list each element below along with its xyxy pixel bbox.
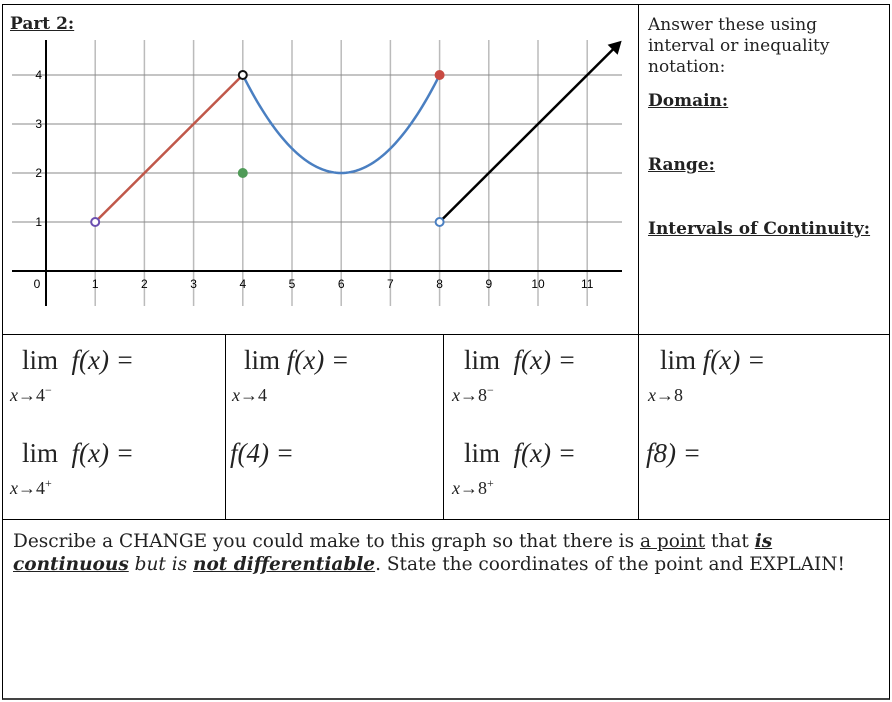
x-tick-label: 3 [190, 277, 197, 291]
limit-subscript-c1r2: x→4+ [10, 476, 52, 498]
limit-subscript-c3r1: x→8− [452, 383, 494, 405]
closed-point [237, 168, 248, 178]
instructions: Answer these using interval or inequalit… [648, 15, 830, 77]
limit-expression-c1r1: lim f(x) = [22, 345, 134, 375]
open-point [434, 217, 445, 227]
limit-subscript-c1r1: x→4− [10, 383, 52, 405]
function-value-c2r2_text: f(4) = [230, 438, 294, 468]
limit-expression-c4r1: lim f(x) = [660, 345, 766, 375]
limit-expression-c3r1: lim f(x) = [464, 345, 576, 375]
continuity-prompt: Intervals of Continuity: [648, 219, 871, 239]
y-tick-label: 3 [35, 117, 42, 131]
y-tick-label: 2 [35, 166, 42, 180]
open-point [90, 217, 101, 227]
limit-expression-c3r2: lim f(x) = [464, 438, 576, 468]
limit-expression-c1r2: lim f(x) = [22, 438, 134, 468]
x-tick-label: 9 [485, 277, 492, 291]
x-tick-label: 11 [581, 277, 594, 291]
x-tick-label: 0 [34, 277, 41, 291]
limit-subscript-c4r1: x→8 [648, 385, 683, 405]
function-graph: 0 1 2 3 4 5 6 7 8 9 10 111234 [12, 40, 622, 306]
x-tick-label: 8 [436, 277, 443, 291]
x-tick-label: 2 [141, 277, 148, 291]
domain-prompt: Domain: [648, 91, 729, 111]
limit-subscript-c3r2: x→8+ [452, 476, 494, 498]
y-tick-label: 4 [35, 68, 42, 82]
limit-expression-c2r1: lim f(x) = [244, 345, 350, 375]
x-tick-label: 10 [531, 277, 545, 291]
description-cell: Describe a CHANGE you could make to this… [2, 519, 890, 700]
ray-line [438, 45, 617, 223]
range-prompt: Range: [648, 155, 715, 175]
open-point [237, 70, 248, 80]
x-tick-label: 5 [289, 277, 296, 291]
closed-point [434, 70, 445, 80]
questions-cell: Answer these using interval or inequalit… [638, 4, 890, 335]
limit-subscript-c2r1: x→4 [232, 385, 267, 405]
x-tick-label: 1 [92, 277, 99, 291]
x-tick-label: 7 [387, 277, 394, 291]
y-tick-label: 1 [35, 215, 42, 229]
x-tick-label: 4 [239, 277, 246, 291]
function-value-c4r2_text: f8) = [646, 438, 701, 468]
change-question: Describe a CHANGE you could make to this… [13, 531, 845, 575]
linear-segment [94, 74, 244, 223]
x-tick-label: 6 [338, 277, 345, 291]
